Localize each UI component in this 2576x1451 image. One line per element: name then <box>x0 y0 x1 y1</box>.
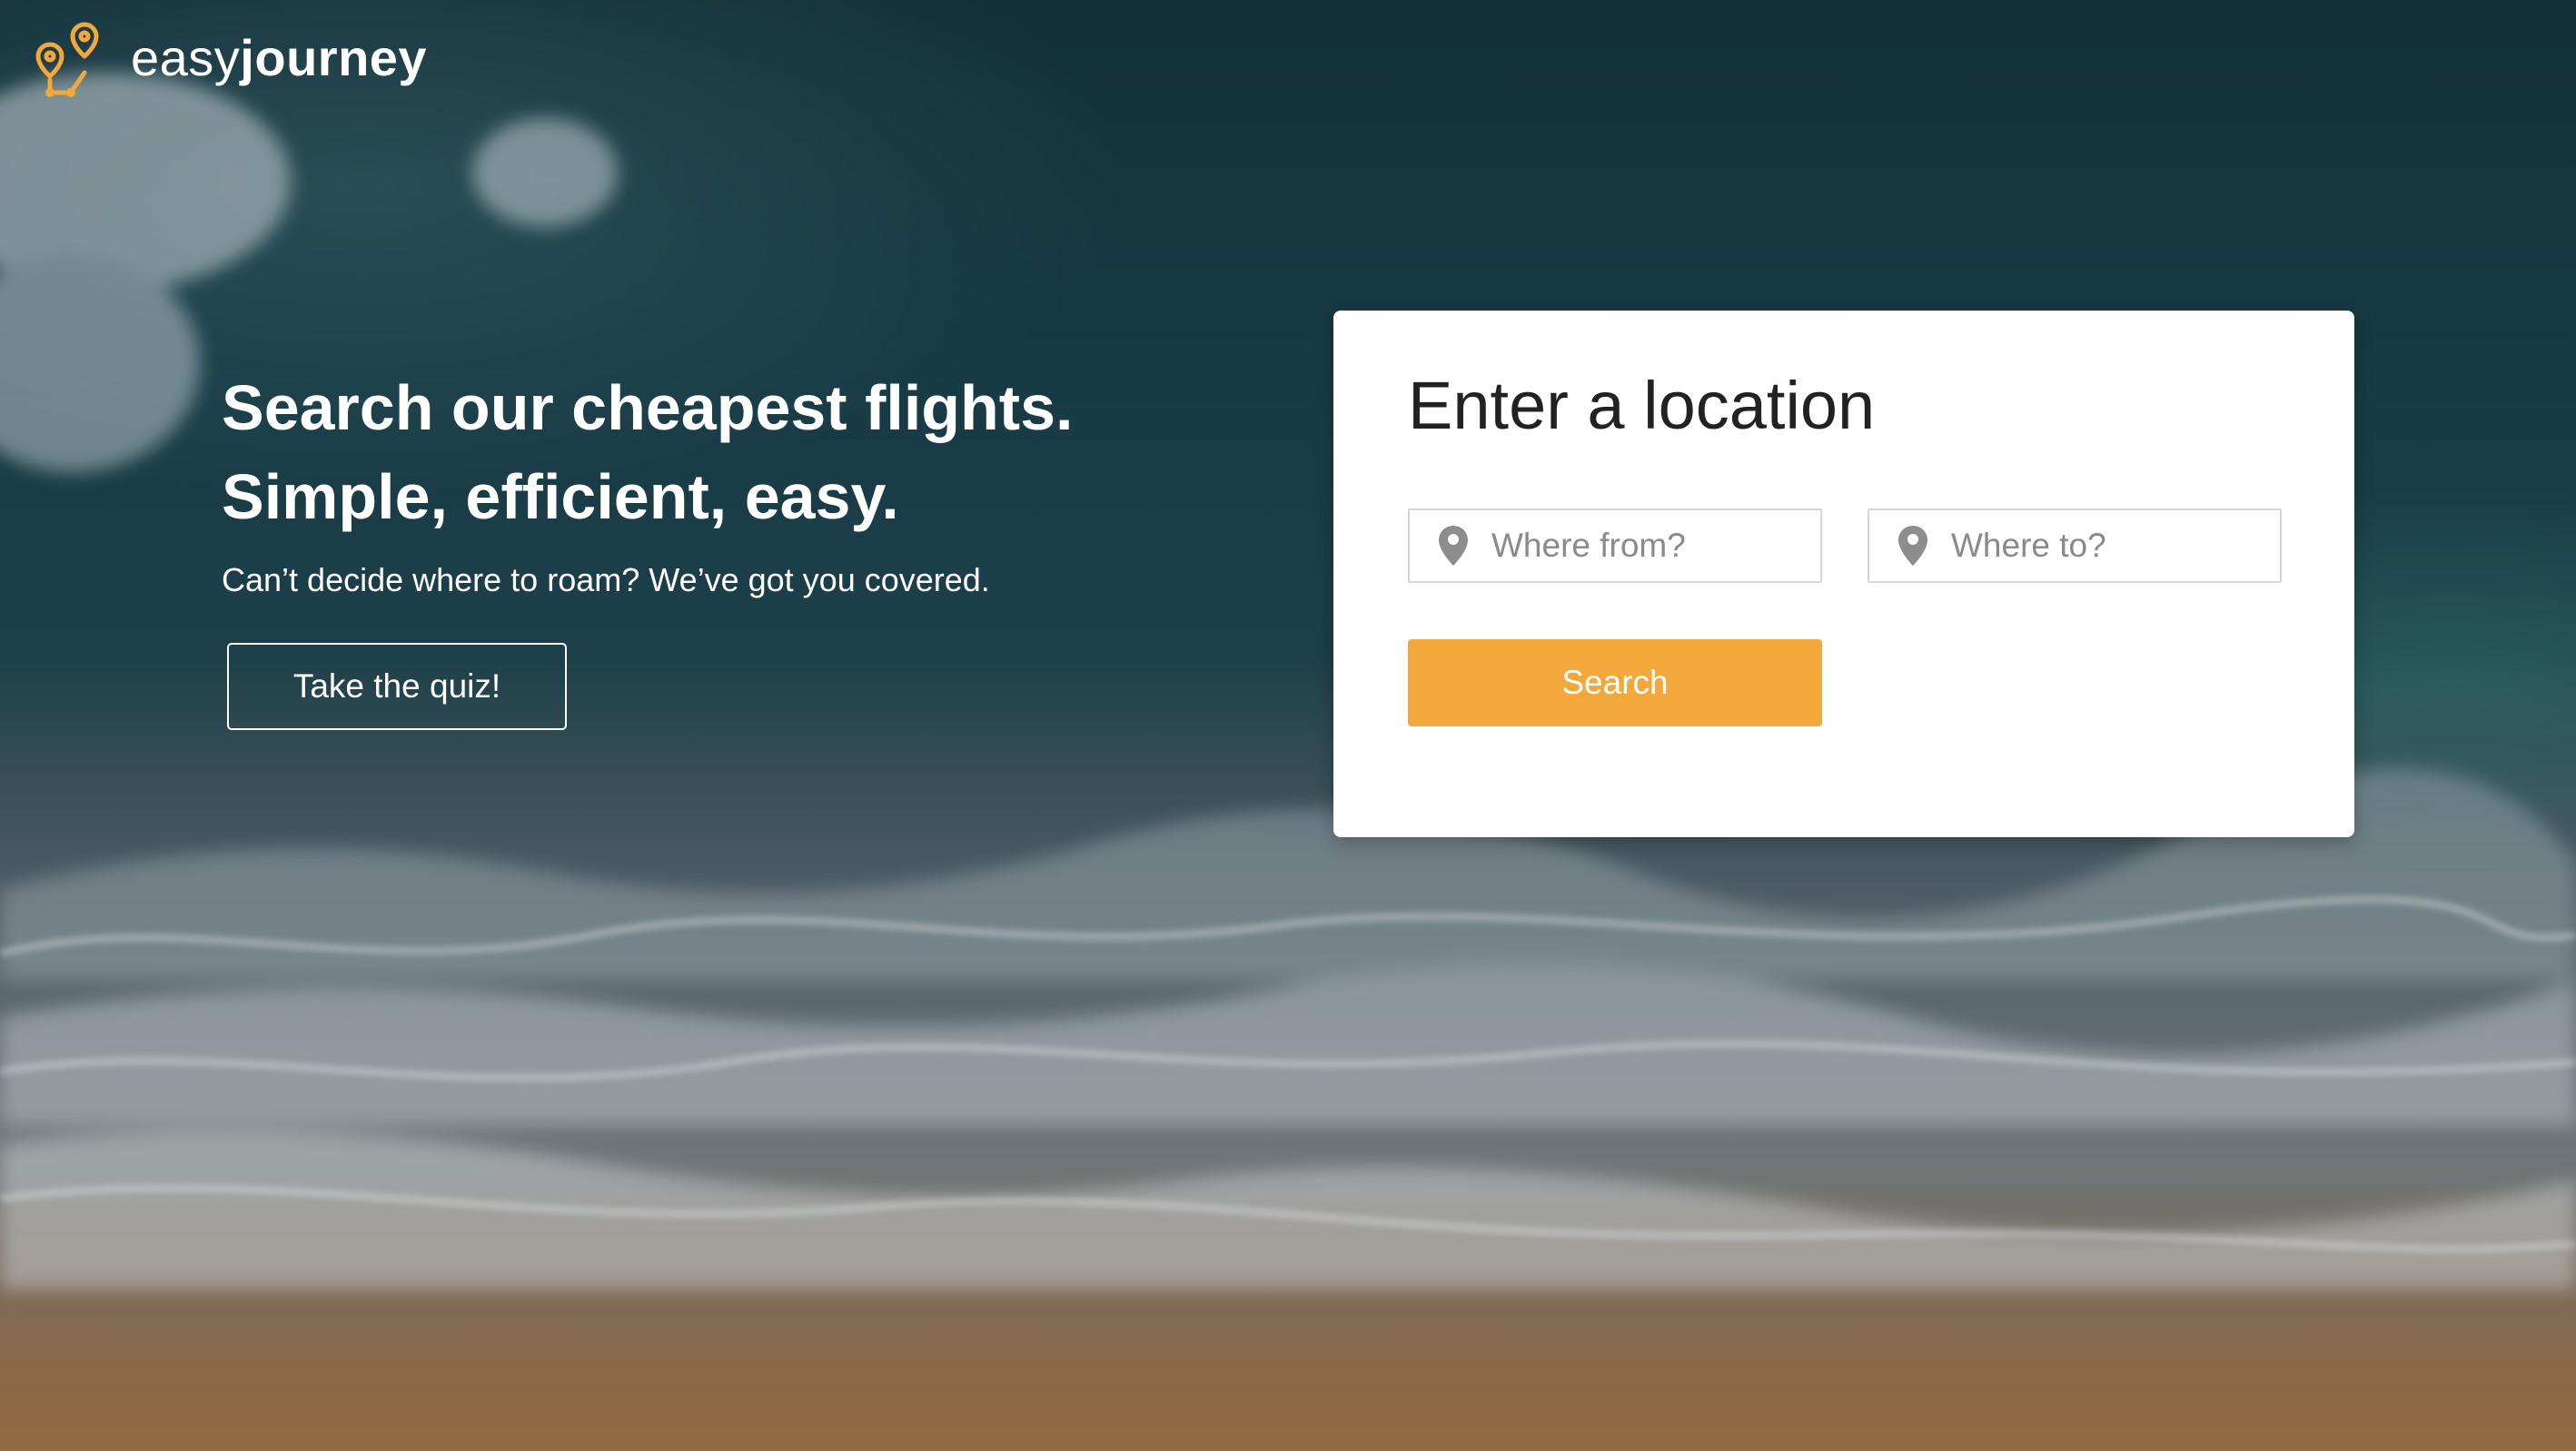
brand-name-light: easy <box>131 29 241 86</box>
search-card: Enter a location Search <box>1333 311 2354 837</box>
from-input[interactable] <box>1490 526 1802 566</box>
brand-name-bold: journey <box>240 29 428 86</box>
search-card-title: Enter a location <box>1408 368 1876 443</box>
hero-title-line1: Search our cheapest flights. <box>222 372 1074 443</box>
from-field[interactable] <box>1408 508 1822 583</box>
location-pin-icon <box>1439 526 1468 566</box>
brand-logo[interactable]: easyjourney <box>20 20 427 104</box>
take-quiz-button[interactable]: Take the quiz! <box>227 643 567 730</box>
landing-page: easyjourney Search our cheapest flights.… <box>0 0 2576 1451</box>
hero-section: Search our cheapest flights. Simple, eff… <box>222 363 1266 599</box>
to-input[interactable] <box>1949 526 2262 566</box>
to-field[interactable] <box>1868 508 2282 583</box>
location-pin-icon <box>1898 526 1927 566</box>
map-pins-route-icon <box>35 22 99 97</box>
search-button[interactable]: Search <box>1408 639 1822 726</box>
brand-name: easyjourney <box>131 33 427 84</box>
hero-title: Search our cheapest flights. Simple, eff… <box>222 363 1266 541</box>
hero-subtitle: Can’t decide where to roam? We’ve got yo… <box>222 561 990 598</box>
hero-title-line2: Simple, efficient, easy. <box>222 461 899 532</box>
